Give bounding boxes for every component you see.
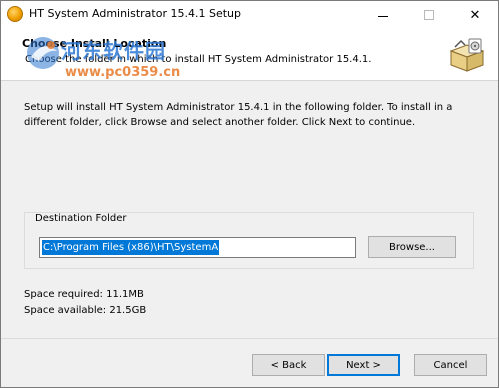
browse-button[interactable]: Browse... [368,236,456,258]
destination-path-input[interactable]: C:\Program Files (x86)\HT\SystemA [39,237,356,258]
minimize-icon [378,15,388,17]
footer-divider [1,338,498,339]
window-title: HT System Administrator 15.4.1 Setup [29,7,241,20]
watermark-url: www.pc0359.cn [65,65,181,80]
page-subtitle: Choose the folder in which to install HT… [25,54,372,65]
page-header: Choose Install Location Choose the folde… [1,29,498,81]
maximize-button [406,1,452,29]
page-title: Choose Install Location [22,37,167,50]
close-button[interactable]: ✕ [452,1,498,29]
back-button[interactable]: < Back [252,354,325,376]
setup-window: HT System Administrator 15.4.1 Setup ✕ C… [0,0,499,388]
install-box-icon [449,38,485,72]
title-bar[interactable]: HT System Administrator 15.4.1 Setup ✕ [1,1,498,29]
minimize-button[interactable] [360,1,406,29]
intro-text: Setup will install HT System Administrat… [24,102,453,128]
installer-app-icon [7,6,23,22]
close-icon: ✕ [469,7,481,23]
destination-path-value: C:\Program Files (x86)\HT\SystemA [42,240,220,255]
space-required: Space required: 11.1MB [24,289,144,300]
destination-folder-legend: Destination Folder [33,213,129,224]
maximize-icon [424,10,434,20]
cancel-button[interactable]: Cancel [414,354,487,376]
space-available: Space available: 21.5GB [24,305,147,316]
next-button[interactable]: Next > [327,354,400,376]
